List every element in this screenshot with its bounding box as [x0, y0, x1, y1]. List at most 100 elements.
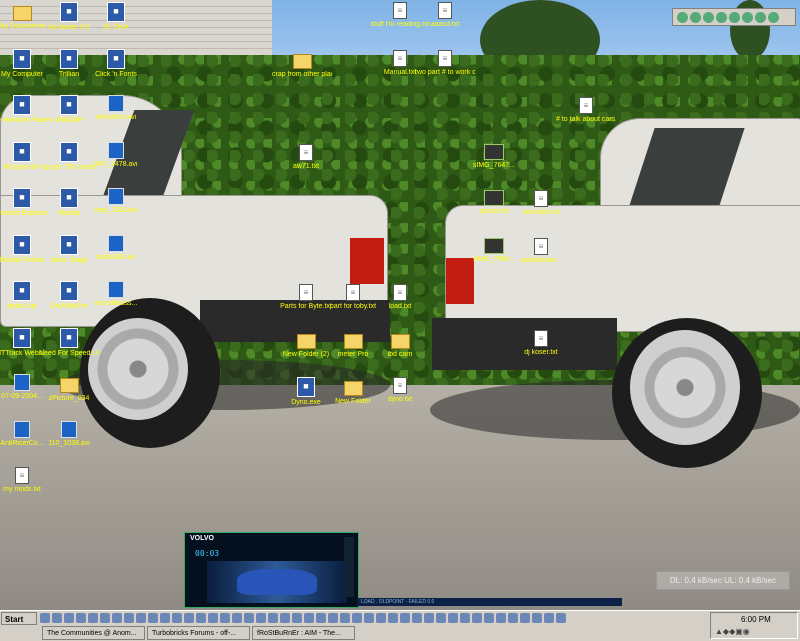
quick-launch-icon[interactable] — [364, 613, 374, 623]
tool-icon[interactable] — [690, 11, 701, 23]
quick-launch-icon[interactable] — [148, 613, 158, 623]
quick-launch-icon[interactable] — [532, 613, 542, 623]
quick-launch-icon[interactable] — [400, 613, 410, 623]
quick-launch-icon[interactable] — [556, 613, 566, 623]
desktop-icon[interactable]: ■ Click 'n Fonts — [86, 48, 146, 79]
quick-launch-icon[interactable] — [100, 613, 110, 623]
search-icon[interactable] — [742, 11, 753, 23]
quick-launch-icon[interactable] — [544, 613, 554, 623]
globe-icon[interactable] — [677, 11, 688, 23]
quick-launch-icon[interactable] — [124, 613, 134, 623]
tool-icon[interactable] — [768, 11, 779, 23]
app-icon: ■ — [60, 327, 78, 348]
quick-launch-icon[interactable] — [388, 613, 398, 623]
quick-launch-icon[interactable] — [208, 613, 218, 623]
quick-launch-icon[interactable] — [484, 613, 494, 623]
quick-launch-icon[interactable] — [160, 613, 170, 623]
app-icon: ■ — [60, 234, 78, 255]
desktop-icon[interactable]: ≡ load.txt — [370, 284, 430, 311]
quick-launch-icon[interactable] — [520, 613, 530, 623]
tool-icon[interactable] — [755, 11, 766, 23]
quick-launch-icon[interactable] — [220, 613, 230, 623]
quick-launch-icon[interactable] — [280, 613, 290, 623]
app-icon: ■ — [107, 48, 125, 69]
quick-launch-icon[interactable] — [184, 613, 194, 623]
quick-launch-icon[interactable] — [352, 613, 362, 623]
desktop-icon[interactable]: ≡ aaasd.txt — [415, 2, 475, 29]
desktop[interactable]: My Documents ■ Ad-aware 6.0 ■ Dr. DivX ■ My Co… — [0, 0, 800, 610]
quick-launch-icon[interactable] — [328, 613, 338, 623]
quick-launch-icon[interactable] — [244, 613, 254, 623]
quick-launch-icon[interactable] — [508, 613, 518, 623]
desktop-icon[interactable]: sIMG_7647... — [464, 144, 524, 170]
start-button[interactable]: Start — [1, 612, 37, 625]
desktop-icon[interactable]: turbo240.avi — [86, 234, 146, 262]
avi-icon — [108, 95, 124, 112]
desktop-icon[interactable]: ■Need For Speed Un... — [39, 327, 99, 358]
folder-icon — [296, 334, 316, 349]
app-icon: ■ — [107, 2, 125, 22]
quick-launch-icon[interactable] — [316, 613, 326, 623]
quick-launch-icon[interactable] — [472, 613, 482, 623]
quick-launch-icon[interactable] — [64, 613, 74, 623]
quick-launch-icon[interactable] — [436, 613, 446, 623]
left-car-rim — [88, 318, 188, 420]
desktop-icon[interactable]: MVI_1478.avi — [86, 141, 146, 169]
quick-launch-icon[interactable] — [460, 613, 470, 623]
desktop-icon[interactable]: ≡ my mods.txt — [0, 467, 52, 494]
desktop-icon[interactable]: zipu_1333.avi — [86, 188, 146, 215]
quick-launch-icon[interactable] — [232, 613, 242, 623]
folder-icon — [292, 54, 312, 69]
desktop-icon[interactable]: muscleboss... — [86, 281, 146, 308]
quick-launch-icon[interactable] — [88, 613, 98, 623]
doc-icon: ≡ — [438, 50, 452, 67]
quick-launch-icon[interactable] — [172, 613, 182, 623]
quick-toolbar[interactable] — [672, 8, 796, 26]
task-button[interactable]: The Communities @ Anom... — [42, 626, 145, 640]
desktop-icon-label: dj koser.txt — [524, 349, 558, 356]
quick-launch-icon[interactable] — [496, 613, 506, 623]
quick-launch-icon[interactable] — [112, 613, 122, 623]
quick-launch-icon[interactable] — [52, 613, 62, 623]
desktop-icon[interactable]: zPicture_034 — [39, 374, 99, 403]
desktop-icon-label: turbo240.avi — [96, 253, 136, 261]
desktop-icon[interactable]: ≡ dj koser.txt — [511, 330, 571, 357]
media-player[interactable]: VOLVO 00:03 — [184, 532, 359, 608]
quick-launch-icon[interactable] — [76, 613, 86, 623]
desktop-icon[interactable]: ≡ aw71.txt — [276, 144, 336, 171]
jpg-icon — [484, 238, 504, 254]
player-scrollbar[interactable] — [344, 537, 354, 597]
desktop-icon[interactable]: ≡ reminder.txt — [511, 190, 571, 217]
task-button[interactable]: Turbobricks Forums - off-... — [147, 626, 250, 640]
tool-icon[interactable] — [703, 11, 714, 23]
app-icon: ■ — [60, 141, 78, 162]
tool-icon[interactable] — [729, 11, 740, 23]
right-car-rim — [630, 330, 740, 445]
quick-launch-icon[interactable] — [448, 613, 458, 623]
desktop-icon[interactable]: 110_1038.avi — [39, 420, 99, 448]
quick-launch-icon[interactable] — [424, 613, 434, 623]
tray-icons[interactable]: ▲◆◆▣◉ — [715, 627, 750, 636]
quick-launch-icon[interactable] — [40, 613, 50, 623]
jpg-icon — [484, 190, 504, 206]
desktop-icon[interactable]: ≡ # to talk about cars.txt — [556, 97, 616, 124]
desktop-icon[interactable]: ibd carn — [370, 330, 430, 359]
clock[interactable]: 6:00 PM — [741, 615, 771, 624]
quick-launch-icon[interactable] — [340, 613, 350, 623]
desktop-icon[interactable]: ≡ dyno.txt — [370, 377, 430, 404]
quick-launch-icon[interactable] — [136, 613, 146, 623]
quick-launch-icon[interactable] — [196, 613, 206, 623]
desktop-icon[interactable]: ≡ two part # to work on.txt — [415, 50, 475, 77]
quick-launch-icon[interactable] — [412, 613, 422, 623]
desktop-icon[interactable]: ≡ autothouse... — [511, 238, 571, 265]
task-button[interactable]: fRoStBuRnEr : AIM - The... — [252, 626, 355, 640]
quick-launch-icon[interactable] — [376, 613, 386, 623]
desktop-icon[interactable]: whyVolvo.avi — [86, 95, 146, 122]
quick-launch-icon[interactable] — [256, 613, 266, 623]
quick-launch-icon[interactable] — [292, 613, 302, 623]
quick-launch-icon[interactable] — [268, 613, 278, 623]
quick-launch-icon[interactable] — [304, 613, 314, 623]
desktop-icon[interactable]: ■ Dr. DivX — [86, 2, 146, 32]
desktop-icon[interactable]: crap from other places — [272, 50, 332, 79]
tool-icon[interactable] — [716, 11, 727, 23]
